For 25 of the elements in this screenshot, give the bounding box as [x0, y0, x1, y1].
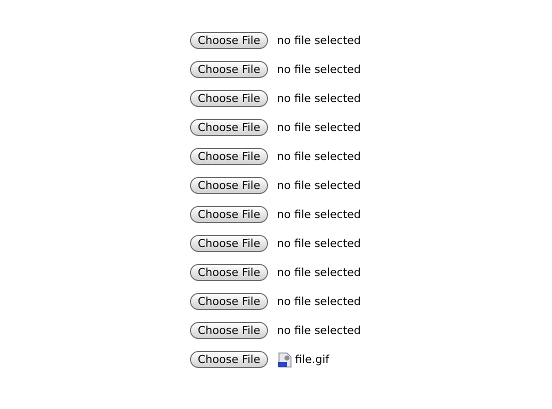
file-status: no file selected [277, 121, 361, 134]
choose-file-button[interactable]: Choose File [190, 322, 268, 339]
choose-file-button[interactable]: Choose File [190, 61, 268, 78]
choose-file-button[interactable]: Choose File [190, 235, 268, 252]
choose-file-button[interactable]: Choose File [190, 264, 268, 281]
file-status: no file selected [277, 266, 361, 279]
file-status: no file selected [277, 179, 361, 192]
file-status: no file selected [277, 237, 361, 250]
choose-file-button[interactable]: Choose File [190, 293, 268, 310]
file-name: file.gif [295, 353, 330, 366]
file-status: no file selected [277, 92, 361, 105]
choose-file-button[interactable]: Choose File [190, 90, 268, 107]
file-status: no file selected [277, 208, 361, 221]
file-status: no file selected [277, 324, 361, 337]
choose-file-button[interactable]: Choose File [190, 119, 268, 136]
file-status: no file selected [277, 34, 361, 47]
choose-file-button[interactable]: Choose File [190, 177, 268, 194]
file-status: no file selected [277, 63, 361, 76]
choose-file-button[interactable]: Choose File [190, 351, 268, 368]
choose-file-button[interactable]: Choose File [190, 206, 268, 223]
choose-file-button[interactable]: Choose File [190, 32, 268, 49]
file-status: no file selected [277, 295, 361, 308]
image-file-icon [277, 352, 293, 368]
choose-file-button[interactable]: Choose File [190, 148, 268, 165]
file-status: no file selected [277, 150, 361, 163]
